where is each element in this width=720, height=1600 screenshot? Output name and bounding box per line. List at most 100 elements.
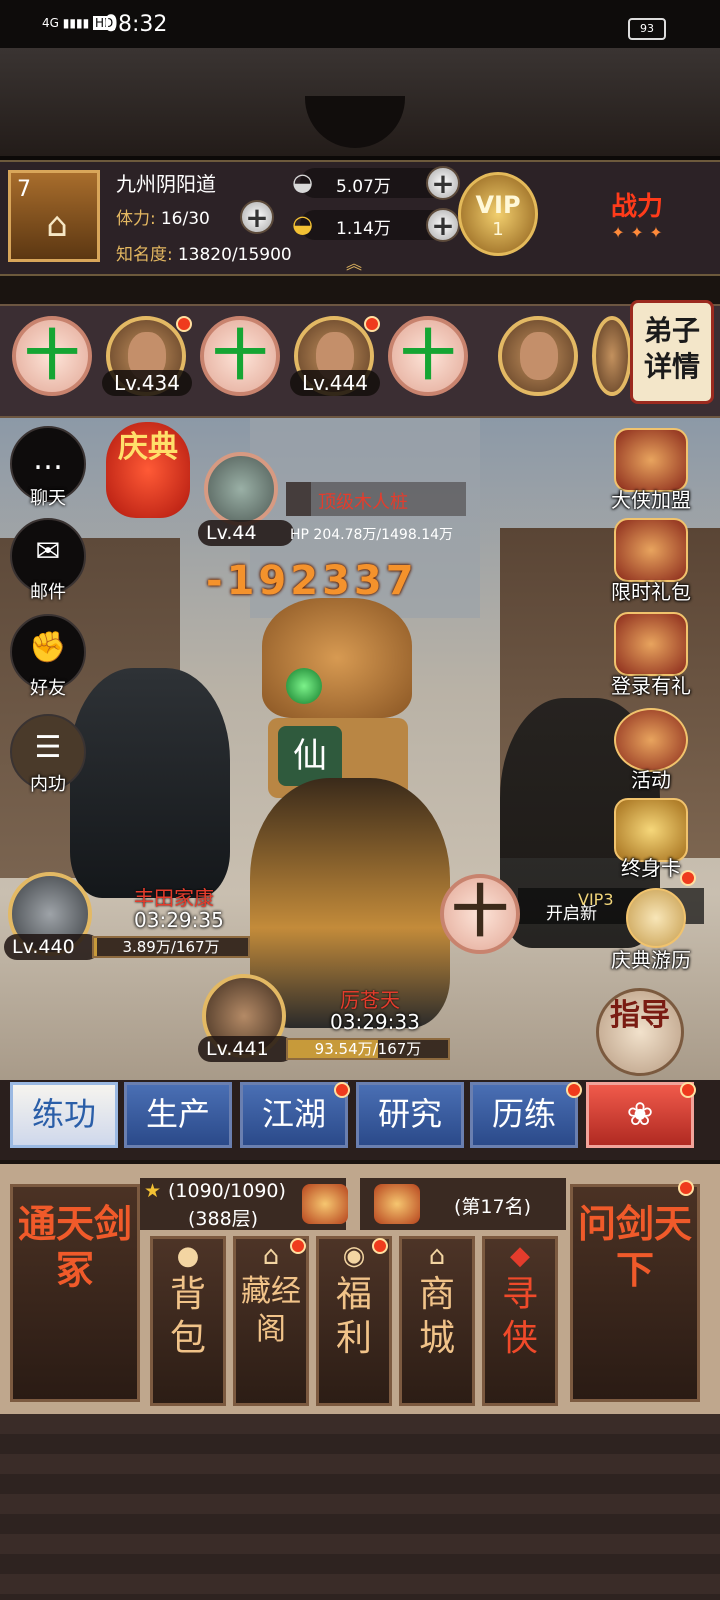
shop-button[interactable]: ⌂ 商城 [399,1236,475,1406]
team-hero-1-level: Lv.434 [102,370,192,396]
battery-indicator: 93 [628,18,666,40]
fighter-1-hp-bar: 3.89万/167万 [92,936,250,958]
tab-jianghu[interactable]: 江湖 [240,1082,348,1148]
fighter-1-name: 丰田家康 [134,886,214,910]
notification-dot [176,316,192,332]
jade-orb-icon [286,668,322,704]
bag-label: 背包 [169,1274,206,1359]
sword-world-button[interactable]: 问剑天下 [570,1184,700,1402]
sword-tomb-button[interactable]: 通天剑冢 [10,1184,140,1402]
add-gold-button[interactable]: + [426,208,460,242]
fame-value: 13820/15900 [177,245,292,265]
team-hero-3[interactable] [498,316,578,396]
seek-hero-icon: ◆ [510,1241,530,1271]
seek-hero-label: 寻侠 [501,1274,538,1359]
enemy-hp: HP 204.78万/1498.14万 [290,527,454,543]
fighter-1-level: Lv.440 [4,934,100,960]
stamina-label: 体力: [116,209,156,229]
inner-power-label: 内功 [30,774,66,795]
fighter-2-name: 厉苍天 [340,988,400,1012]
fighter-1-hp-fill [94,938,98,956]
library-button[interactable]: ⌂ 藏经阁 [233,1236,309,1406]
tab-experience[interactable]: 历练 [470,1082,578,1148]
immortal-badge: 仙 [278,726,342,786]
vip-promo-text: 开启新 [546,904,597,924]
power-label: 战力 [610,192,663,222]
enemy-name: 顶级木人桩 [318,492,408,513]
roof-ornament [305,96,405,148]
star-icon: ★ [144,1180,162,1202]
welfare-button[interactable]: ◉ 福利 [316,1236,392,1406]
notification-dot [680,870,696,886]
vip-level: 1 [492,219,504,240]
tower-progress-value: (1090/1090) [168,1180,286,1202]
team-hero-4[interactable] [592,316,632,396]
roof-decoration [0,48,720,160]
enemy-level: Lv.44 [198,520,294,546]
seek-hero-button[interactable]: ◆ 寻侠 [482,1236,558,1406]
celebration-lantern[interactable]: 庆典 [106,422,190,518]
add-fighter-button[interactable]: 十 [440,874,520,954]
add-silver-button[interactable]: + [426,166,460,200]
arena-rank[interactable]: (第17名) [360,1178,566,1230]
fame-label: 知名度: [116,245,173,265]
pavilion-icon: ⌂ [46,205,68,245]
add-stamina-button[interactable]: + [240,200,274,234]
celebration-travel-label: 庆典游历 [611,948,691,972]
stamina-value: 16/30 [160,209,210,229]
bag-button[interactable]: ● 背包 [150,1236,226,1406]
fighter-1-figure[interactable] [70,668,230,898]
login-gift-label: 登录有礼 [611,674,691,698]
shop-label: 商城 [418,1274,455,1359]
bottom-panel: 通天剑冢 ★ (1090/1090) (388层) (第17名) 问剑天下 ● … [0,1164,720,1414]
library-label: 藏经阁 [241,1274,301,1347]
notification-dot [678,1180,694,1196]
toad-body[interactable] [262,598,412,718]
expand-chevron-icon[interactable]: ︽ [346,250,362,274]
tab-production[interactable]: 生产 [124,1082,232,1148]
welfare-label: 福利 [335,1274,372,1359]
fighter-2-hp: 93.54万/167万 [314,1040,422,1058]
notification-dot [680,1082,696,1098]
status-bar: 4G ▮▮▮▮ HD 08:32 93 [0,0,720,48]
team-slot-empty-3[interactable]: 十 [388,316,468,396]
vip-badge[interactable]: VIP 1 [458,172,538,256]
notification-dot [566,1082,582,1098]
battle-scene: 仙 顶级木人桩 Lv.44 HP 204.78万/1498.14万 -19233… [0,418,720,1098]
chat-label: 聊天 [30,488,66,509]
gift-icon[interactable] [302,1184,348,1224]
tower-progress[interactable]: ★ (1090/1090) (388层) [140,1178,348,1230]
mail-label: 邮件 [30,582,66,603]
silver-value: 5.07万 [336,177,391,197]
stamina-row: 体力: 16/30 [116,204,210,229]
combat-power[interactable]: 战力 ✦ ✦ ✦ [582,170,692,266]
team-slot-empty-2[interactable]: 十 [200,316,280,396]
team-hero-2-level: Lv.444 [290,370,380,396]
event-label: 活动 [631,768,671,792]
team-slot-empty-1[interactable]: 十 [12,316,92,396]
silver-ingot-icon: ◒ [292,168,313,196]
notification-dot [364,316,380,332]
event-icon[interactable] [614,708,688,772]
tower-floor: (388层) [188,1208,259,1230]
fighter-2-timer: 03:29:33 [330,1010,420,1034]
tab-research[interactable]: 研究 [356,1082,464,1148]
disciple-details-button[interactable]: 弟子详情 [630,300,714,404]
notification-dot [290,1238,306,1254]
login-gift-icon[interactable] [614,612,688,676]
fighter-1-hp: 3.89万/167万 [122,938,220,956]
flame-icon: ✦ ✦ ✦ [611,223,663,242]
player-name: 九州阴阳道 [116,172,216,196]
hero-join-icon[interactable] [614,428,688,492]
limited-gift-icon[interactable] [614,518,688,582]
arena-rank-value: (第17名) [454,1196,532,1218]
enemy-portrait[interactable] [204,452,278,526]
celebration-travel-icon[interactable] [626,888,686,948]
gift-icon[interactable] [374,1184,420,1224]
tab-training[interactable]: 练功 [10,1082,118,1148]
player-avatar[interactable]: 7 ⌂ [8,170,100,262]
guide-button[interactable]: 指导 [596,988,684,1076]
vip-label: VIP [475,191,521,219]
tab-menu[interactable]: ❀ [586,1082,694,1148]
flower-menu-icon: ❀ [626,1095,654,1133]
